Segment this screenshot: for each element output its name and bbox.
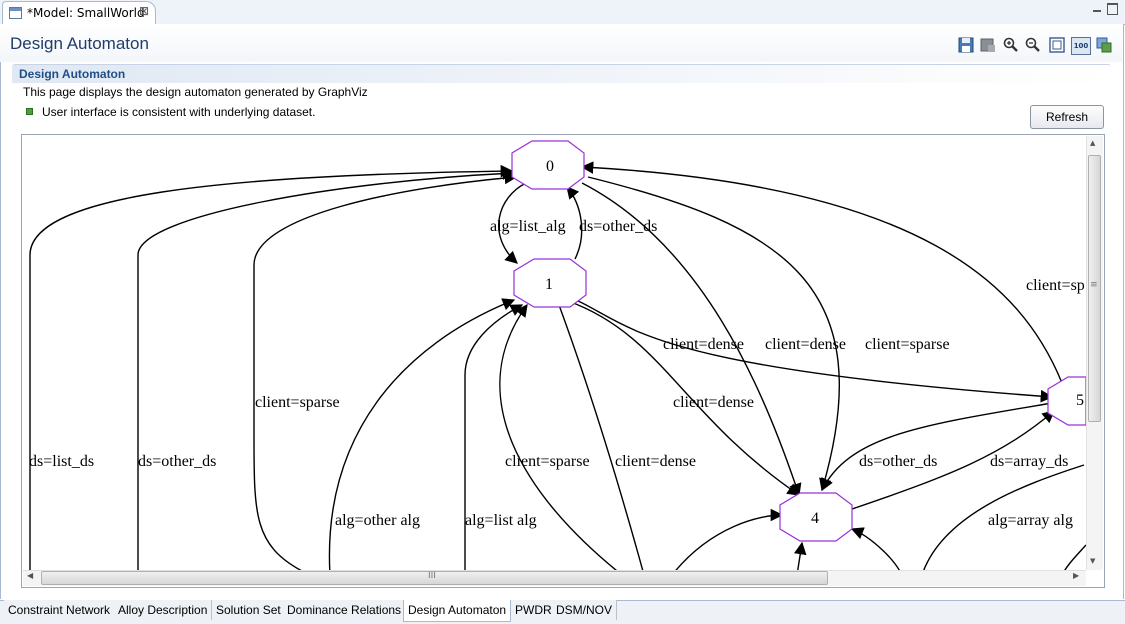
edge-label: ds=array_ds [990, 453, 1068, 470]
edge-low-alg-other [328, 298, 516, 571]
edge-low-alg-list [464, 304, 524, 571]
page-title: Design Automaton [10, 34, 149, 53]
edge-label: ds=other_ds [138, 453, 216, 470]
node-label-5: 5 [1076, 392, 1084, 409]
edge-label: alg=other alg [335, 512, 420, 529]
edge-label: client=sparse [865, 336, 950, 353]
scroll-up-icon[interactable]: ▲ [1090, 139, 1095, 147]
edge-low-4-c [850, 527, 901, 571]
automaton-graph: 0 1 4 5 alg=list_alg ds=other_ds client=… [29, 140, 1086, 571]
editor-tab-title: *Model: SmallWorld [27, 6, 145, 20]
edge-label: client=dense [765, 336, 846, 353]
maximize-icon[interactable] [1107, 3, 1118, 15]
scroll-left-icon[interactable]: ◀ [27, 571, 33, 580]
tab-alloy-description[interactable]: Alloy Description [114, 600, 213, 620]
automaton-graph-canvas[interactable]: 0 1 4 5 alg=list_alg ds=other_ds client=… [21, 134, 1105, 588]
grip-icon: III [428, 571, 436, 581]
scroll-right-icon[interactable]: ▶ [1073, 571, 1079, 580]
edge-label: client=dense [615, 453, 696, 470]
tab-pwdr[interactable]: PWDR [511, 600, 557, 620]
edge-label: ds=list_ds [29, 453, 94, 470]
tab-solution-set[interactable]: Solution Set [212, 600, 286, 620]
layout-icon[interactable] [1095, 36, 1113, 54]
edge-label: client=sparse [505, 453, 590, 470]
edge-1-down-dense [558, 304, 644, 571]
edge-left-ds-list [29, 164, 514, 571]
edge-label: client=sparse [255, 394, 340, 411]
save-icon[interactable] [957, 36, 975, 54]
node-label-1: 1 [545, 276, 553, 293]
minimize-icon[interactable] [1092, 4, 1102, 14]
editor-tab[interactable]: *Model: SmallWorld ⊠ [2, 1, 156, 24]
status-message: User interface is consistent with underl… [42, 105, 316, 119]
scroll-down-icon[interactable]: ▼ [1090, 557, 1095, 565]
edge-label: client=dense [673, 394, 754, 411]
edge-low-5-b [1063, 544, 1086, 571]
edge-label: client=sp [1026, 277, 1085, 294]
tab-dominance-relations[interactable]: Dominance Relations [283, 600, 407, 620]
edge-5-4 [821, 402, 1053, 492]
export-icon[interactable] [979, 36, 997, 54]
section-title[interactable]: Design Automaton [19, 67, 125, 81]
edge-label: alg=list alg [465, 512, 537, 529]
grip-icon: ≡ [1090, 280, 1098, 290]
edge-label: alg=array alg [988, 512, 1073, 529]
fit-to-window-icon[interactable] [1048, 36, 1066, 54]
zoom-out-icon[interactable] [1024, 36, 1042, 54]
edge-label: alg=list_alg [490, 218, 566, 235]
section-header [12, 64, 1111, 83]
status-ok-icon [26, 108, 33, 115]
edge-left-ds-other [137, 167, 516, 571]
form-header [0, 24, 1122, 62]
edge-label: ds=other_ds [579, 218, 657, 235]
edge-low-4-b [794, 541, 807, 571]
editor-tab-bar [0, 0, 1125, 25]
edge-label: ds=other_ds [859, 453, 937, 470]
section-description: This page displays the design automaton … [23, 85, 368, 99]
tab-constraint-network[interactable]: Constraint Network [4, 600, 116, 620]
zoom-100-icon[interactable]: 100 [1071, 37, 1091, 55]
close-tab-icon[interactable]: ⊠ [139, 4, 149, 18]
model-file-icon [9, 7, 22, 19]
refresh-button[interactable]: Refresh [1030, 105, 1104, 129]
tab-dsm-nov[interactable]: DSM/NOV [552, 600, 618, 620]
tab-design-automaton[interactable]: Design Automaton [403, 600, 512, 622]
node-label-4: 4 [811, 510, 819, 527]
edge-label: client=dense [663, 336, 744, 353]
edge-low-4-a [674, 508, 784, 571]
zoom-in-icon[interactable] [1002, 36, 1020, 54]
node-label-0: 0 [546, 158, 554, 175]
